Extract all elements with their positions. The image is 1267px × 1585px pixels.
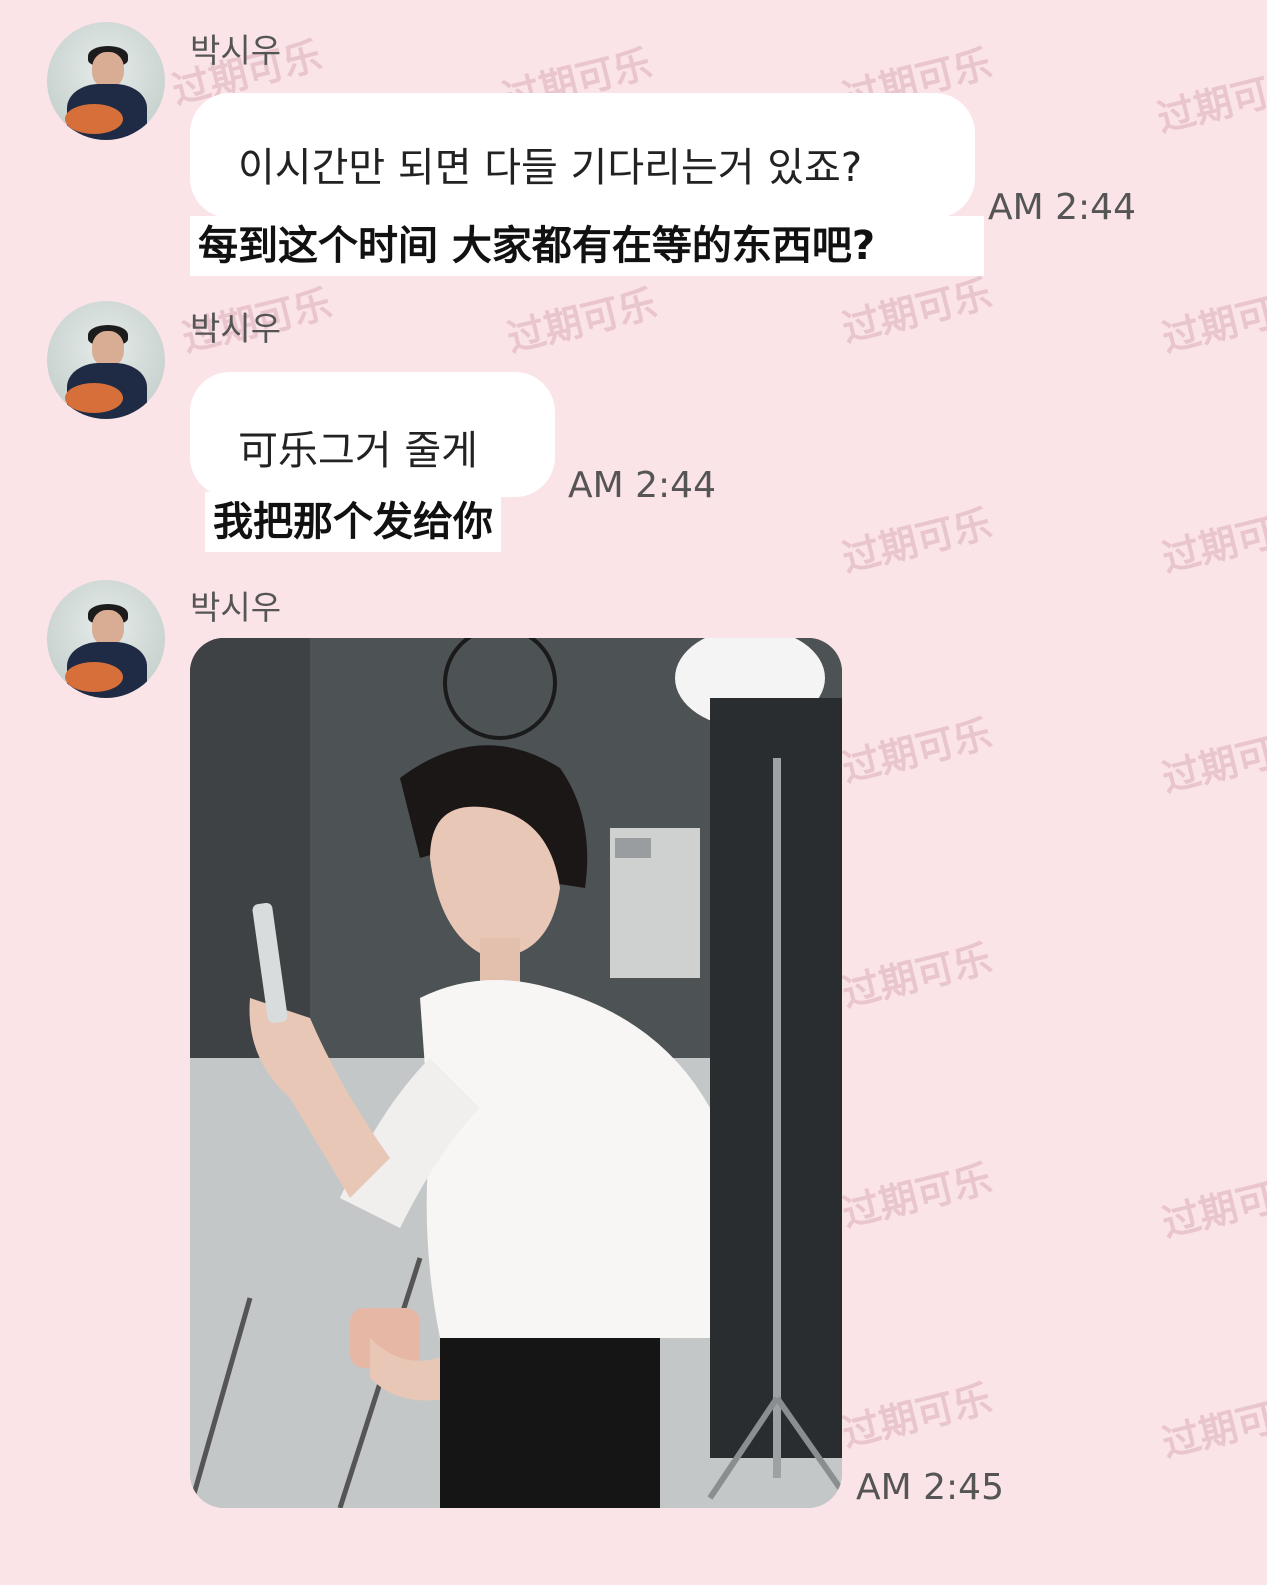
message-time: AM 2:45 <box>856 1467 1004 1508</box>
watermark-text: 过期可乐 <box>837 501 996 581</box>
sender-name: 박시우 <box>190 309 282 348</box>
sender-name: 박시우 <box>190 31 282 70</box>
watermark-text: 过期可乐 <box>837 711 996 791</box>
watermark-text: 过期可乐 <box>502 281 661 361</box>
watermark-text: 过期可乐 <box>1157 1386 1267 1466</box>
message-time: AM 2:44 <box>988 187 1136 228</box>
message-time: AM 2:44 <box>568 465 716 506</box>
message-text: 可乐그거 줄게 <box>238 428 478 474</box>
watermark-text: 过期可乐 <box>1157 501 1267 581</box>
translation-caption: 每到这个时间 大家都有在等的东西吧? <box>190 216 984 276</box>
sender-name: 박시우 <box>190 588 282 627</box>
watermark-text: 过期可乐 <box>837 936 996 1016</box>
avatar[interactable] <box>47 580 165 698</box>
avatar[interactable] <box>47 22 165 140</box>
message-text: 이시간만 되면 다들 기다리는거 있죠? <box>238 145 863 191</box>
message-bubble[interactable]: 이시간만 되면 다들 기다리는거 있죠? <box>190 93 975 218</box>
watermark-text: 过期可乐 <box>837 1156 996 1236</box>
photo-image <box>190 638 842 1508</box>
photo-message[interactable] <box>190 638 842 1508</box>
watermark-text: 过期可乐 <box>1152 61 1267 141</box>
watermark-text: 过期可乐 <box>1157 281 1267 361</box>
watermark-text: 过期可乐 <box>837 1376 996 1456</box>
avatar[interactable] <box>47 301 165 419</box>
message-bubble[interactable]: 可乐그거 줄게 <box>190 372 555 497</box>
translation-caption: 我把那个发给你 <box>205 492 501 552</box>
watermark-text: 过期可乐 <box>1157 1166 1267 1246</box>
watermark-text: 过期可乐 <box>1157 721 1267 801</box>
